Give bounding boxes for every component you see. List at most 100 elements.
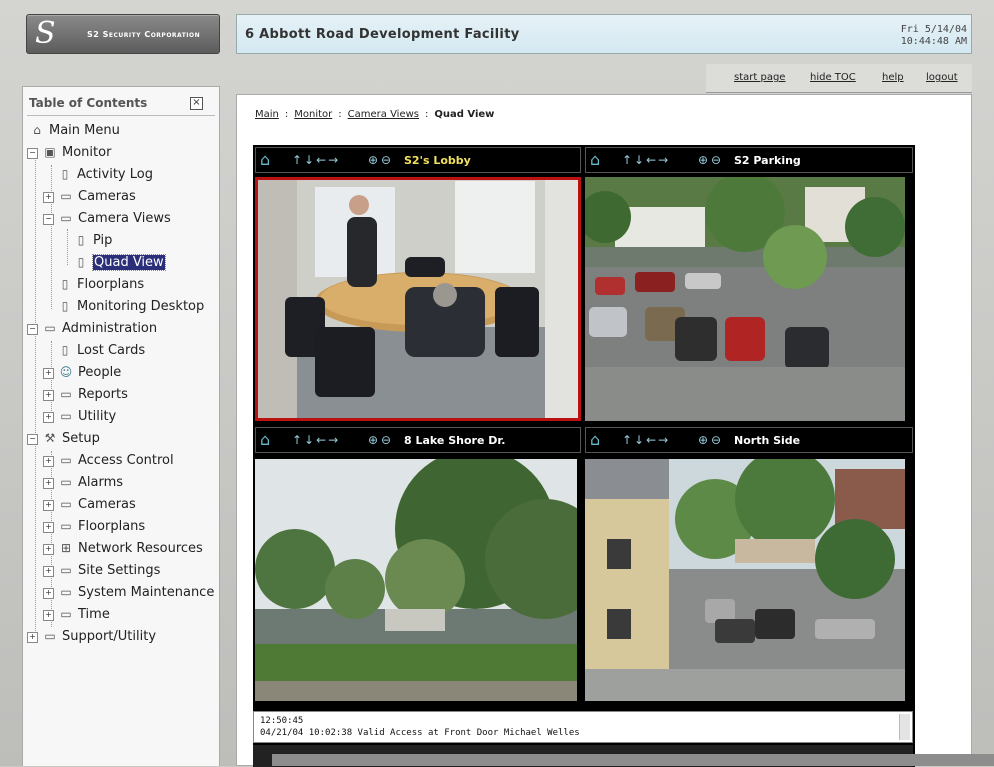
logout-link[interactable]: logout [926, 72, 958, 83]
toc-item-camera-views[interactable]: − ▭ Camera Views [43, 208, 171, 228]
toc-item-main-menu[interactable]: ⌂ Main Menu [29, 120, 120, 140]
monitor-icon: ▣ [44, 145, 56, 159]
folder-icon: ▭ [60, 189, 72, 203]
tools-icon: ⚒ [44, 431, 56, 445]
zoom-icon[interactable]: ⊕⊖ [698, 153, 724, 167]
toc-item-utility[interactable]: + ▭ Utility [43, 406, 116, 426]
toc-item-monitor[interactable]: − ▣ Monitor [27, 142, 111, 162]
folder-icon: ▭ [44, 629, 56, 643]
expand-icon[interactable]: + [43, 390, 54, 401]
log-entry: 04/21/04 10:02:38 Valid Access at Front … [260, 728, 580, 738]
pan-arrows-icon[interactable]: ↑↓←→ [622, 153, 670, 167]
expand-icon[interactable]: + [43, 588, 54, 599]
camera-header-lake-shore: ⌂ ↑↓←→ ⊕⊖ 8 Lake Shore Dr. [255, 427, 581, 453]
help-link[interactable]: help [882, 72, 904, 83]
toc-item-pip[interactable]: ▯ Pip [73, 230, 113, 250]
page-icon: ▯ [61, 299, 69, 313]
start-page-link[interactable]: start page [734, 72, 785, 83]
toc-divider [27, 115, 215, 116]
toc-item-quad-view[interactable]: ▯ Quad View [73, 252, 166, 272]
pan-arrows-icon[interactable]: ↑↓←→ [292, 433, 340, 447]
company-logo: S S2 Security Corporation [26, 14, 220, 54]
toc-item-administration[interactable]: − ▭ Administration [27, 318, 157, 338]
expand-icon[interactable]: + [43, 522, 54, 533]
logo-mark: S [35, 16, 56, 51]
zoom-icon[interactable]: ⊕⊖ [698, 433, 724, 447]
toc-item-monitoring-desktop[interactable]: ▯ Monitoring Desktop [57, 296, 205, 316]
toc-item-lost-cards[interactable]: ▯ Lost Cards [57, 340, 145, 360]
close-icon[interactable]: × [190, 97, 203, 110]
expand-icon[interactable]: + [43, 610, 54, 621]
page-icon: ▯ [77, 233, 85, 247]
expand-icon[interactable]: + [43, 192, 54, 203]
camera-header-parking: ⌂ ↑↓←→ ⊕⊖ S2 Parking [585, 147, 913, 173]
date-time: Fri 5/14/04 10:44:48 AM [901, 24, 967, 48]
north-side-scene [585, 459, 905, 701]
zoom-icon[interactable]: ⊕⊖ [368, 153, 394, 167]
expand-icon[interactable]: + [43, 368, 54, 379]
toc-item-access-control[interactable]: + ▭ Access Control [43, 450, 174, 470]
toc-item-alarms[interactable]: + ▭ Alarms [43, 472, 123, 492]
expand-icon[interactable]: + [27, 632, 38, 643]
breadcrumb-camera-views[interactable]: Camera Views [348, 109, 419, 120]
folder-icon: ▭ [60, 453, 72, 467]
home-icon[interactable]: ⌂ [260, 432, 270, 448]
toc-item-setup[interactable]: − ⚒ Setup [27, 428, 100, 448]
toc-title: Table of Contents [29, 96, 148, 110]
camera-feed-parking[interactable] [585, 177, 905, 421]
camera-name: 8 Lake Shore Dr. [404, 434, 506, 447]
toc-item-system-maintenance[interactable]: + ▭ System Maintenance [43, 582, 214, 602]
toc-item-cameras-setup[interactable]: + ▭ Cameras [43, 494, 136, 514]
zoom-icon[interactable]: ⊕⊖ [368, 433, 394, 447]
parking-scene [585, 177, 905, 421]
toc-item-activity-log[interactable]: ▯ Activity Log [57, 164, 153, 184]
toc-item-time[interactable]: + ▭ Time [43, 604, 110, 624]
collapse-icon[interactable]: − [43, 214, 54, 225]
title-bar: 6 Abbott Road Development Facility Fri 5… [236, 14, 972, 54]
toc-item-floorplans-setup[interactable]: + ▭ Floorplans [43, 516, 145, 536]
app-window: S S2 Security Corporation 6 Abbott Road … [0, 0, 994, 767]
pan-arrows-icon[interactable]: ↑↓←→ [622, 433, 670, 447]
expand-icon[interactable]: + [43, 500, 54, 511]
expand-icon[interactable]: + [43, 478, 54, 489]
hide-toc-link[interactable]: hide TOC [810, 72, 856, 83]
quad-view-grid: ⌂ ↑↓←→ ⊕⊖ S2's Lobby ⌂ ↑↓←→ ⊕⊖ S2 Parkin… [253, 145, 915, 767]
collapse-icon[interactable]: − [27, 434, 38, 445]
expand-icon[interactable]: + [43, 566, 54, 577]
camera-header-lobby: ⌂ ↑↓←→ ⊕⊖ S2's Lobby [255, 147, 581, 173]
pan-arrows-icon[interactable]: ↑↓←→ [292, 153, 340, 167]
collapse-icon[interactable]: − [27, 148, 38, 159]
home-icon[interactable]: ⌂ [590, 152, 600, 168]
breadcrumb: Main: Monitor: Camera Views: Quad View [255, 109, 495, 120]
activity-log-panel: 12:50:45 04/21/04 10:02:38 Valid Access … [253, 711, 913, 743]
logo-brand-text: S2 Security Corporation [87, 30, 201, 39]
breadcrumb-main[interactable]: Main [255, 109, 279, 120]
toc-item-support-utility[interactable]: + ▭ Support/Utility [27, 626, 156, 646]
current-time: 10:44:48 AM [900, 36, 967, 47]
camera-feed-lobby[interactable] [255, 177, 581, 421]
folder-icon: ▭ [60, 519, 72, 533]
toc-item-people[interactable]: + ☺ People [43, 362, 121, 382]
camera-feed-lake-shore[interactable] [255, 459, 577, 701]
folder-icon: ▭ [60, 563, 72, 577]
expand-icon[interactable]: + [43, 412, 54, 423]
camera-feed-north-side[interactable] [585, 459, 905, 701]
lobby-scene [255, 177, 581, 421]
expand-icon[interactable]: + [43, 456, 54, 467]
toc-item-site-settings[interactable]: + ▭ Site Settings [43, 560, 160, 580]
folder-icon: ▭ [60, 585, 72, 599]
collapse-icon[interactable]: − [27, 324, 38, 335]
home-icon[interactable]: ⌂ [590, 432, 600, 448]
home-icon[interactable]: ⌂ [260, 152, 270, 168]
toc-item-reports[interactable]: + ▭ Reports [43, 384, 128, 404]
breadcrumb-current: Quad View [434, 109, 495, 120]
tree-guide-line [35, 157, 36, 637]
toc-item-cameras-monitor[interactable]: + ▭ Cameras [43, 186, 136, 206]
bottom-overlay [272, 754, 994, 766]
log-scrollbar[interactable] [899, 714, 910, 740]
toc-item-network-resources[interactable]: + ⊞ Network Resources [43, 538, 203, 558]
expand-icon[interactable]: + [43, 544, 54, 555]
toc-item-floorplans-monitor[interactable]: ▯ Floorplans [57, 274, 145, 294]
breadcrumb-monitor[interactable]: Monitor [294, 109, 332, 120]
page-icon: ▯ [77, 255, 85, 269]
